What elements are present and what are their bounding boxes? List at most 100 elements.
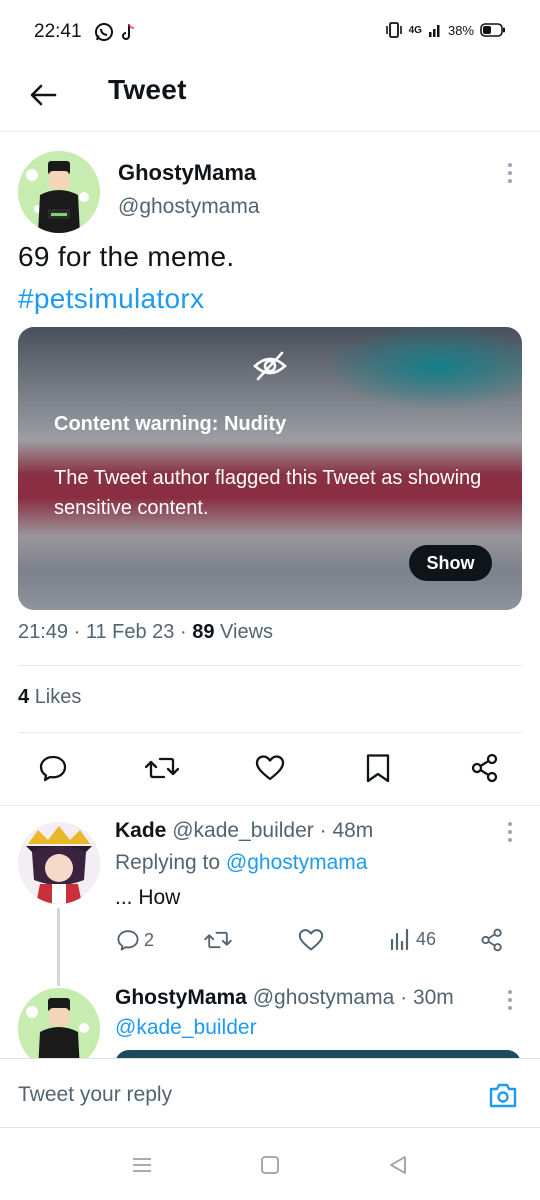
recents-button[interactable] [130,1154,154,1176]
more-dot [508,990,512,994]
meta-separator: · [73,621,86,643]
views-label: Views [220,621,274,643]
likes-count: 4 [18,686,30,708]
whatsapp-icon [95,23,113,41]
status-time: 22:41 [34,21,82,42]
replying-prefix: Replying to [115,851,221,874]
divider [18,732,522,733]
likes-label: Likes [34,686,82,708]
tweet-text: 69 for the meme. [18,241,235,272]
reply-composer: Tweet your reply [0,1058,540,1128]
reply-header: GhostyMama @ghostymama · 30m [115,986,454,1010]
bookmark-icon [366,754,390,783]
more-dot [508,171,512,175]
reply-action-bar: 2 46 [0,928,540,956]
content-warning-title: Content warning: Nudity [54,413,287,435]
reply-more-options-button[interactable] [500,990,520,1014]
replying-to: Replying to @ghostymama [115,851,367,875]
reply-mention-link[interactable]: @kade_builder [115,1016,257,1040]
battery-percent: 38% [447,22,474,38]
reply-views-count: 46 [416,928,437,949]
reply-author-name[interactable]: Kade [115,819,166,842]
back-button[interactable] [26,78,60,112]
reply-icon [117,930,139,951]
reply-like-button[interactable] [298,928,324,952]
reply-count: 2 [144,929,155,950]
retweet-icon [204,931,232,949]
more-dot [508,1006,512,1010]
more-dot [508,830,512,834]
system-back-button[interactable] [386,1154,410,1176]
more-options-button[interactable] [500,163,520,187]
replying-to-link[interactable]: @ghostymama [226,851,368,874]
meta-separator: · [400,986,413,1009]
battery-icon [480,23,505,37]
tweet-action-bar [0,748,540,790]
likes-summary[interactable]: 4 Likes [18,686,81,709]
reply-age: 48m [332,819,374,842]
retweet-button[interactable] [142,748,182,788]
share-button[interactable] [465,748,505,788]
system-navigation-bar [0,1128,540,1200]
reply-author-handle[interactable]: @ghostymama [253,986,395,1009]
reply-button[interactable] [33,748,73,788]
tweet-hashtag-link[interactable]: #petsimulatorx [18,278,204,320]
reply-icon [39,755,67,782]
reply-input[interactable]: Tweet your reply [18,1083,172,1107]
bookmark-button[interactable] [358,748,398,788]
anime-avatar-image [18,822,100,904]
reply-retweet-button[interactable] [204,928,232,952]
vibrate-icon [385,22,402,38]
more-dot [508,838,512,842]
status-bar: 22:41 4G 38% [0,0,540,64]
author-handle[interactable]: @ghostymama [118,195,260,219]
more-dot [508,179,512,183]
author-name[interactable]: GhostyMama [118,160,256,186]
meta-separator: · [319,819,333,842]
reply-author-handle[interactable]: @kade_builder [172,819,314,842]
divider [0,805,540,806]
retweet-icon [145,757,179,779]
more-dot [508,822,512,826]
author-avatar[interactable] [18,151,100,233]
network-type: 4G [408,24,422,36]
heart-icon [255,755,285,781]
triangle-back-icon [390,1156,406,1174]
reply-share-button[interactable] [480,928,504,952]
tweet-time: 21:49 [18,621,69,643]
reply-views-button[interactable]: 46 [390,928,436,950]
eye-off-icon [253,351,287,381]
reply-header: Kade @kade_builder · 48m [115,819,373,843]
reply-author-name[interactable]: GhostyMama [115,986,247,1009]
arrow-left-icon [30,84,57,106]
tiktok-icon [122,23,135,40]
page-title: Tweet [108,74,187,105]
sensitive-media[interactable]: Content warning: Nudity The Tweet author… [18,327,522,610]
like-button[interactable] [250,748,290,788]
more-dot [508,998,512,1002]
meta-separator: · [180,621,193,643]
status-right: 4G 38% [385,22,506,38]
camera-button[interactable] [486,1079,520,1111]
square-icon [261,1156,279,1174]
notification-icons [94,22,138,42]
show-media-button[interactable]: Show [409,545,492,581]
menu-lines-icon [133,1158,151,1172]
top-app-bar: Tweet [0,64,540,132]
reply-text: ... How [115,886,181,909]
reply-reply-button[interactable]: 2 [116,928,154,952]
share-icon [481,928,502,952]
tweet-meta: 21:49 · 11 Feb 23 · 89 Views [18,621,273,644]
views-count: 89 [192,621,215,643]
tweet-date: 11 Feb 23 [85,621,175,643]
bar-chart-icon [390,928,409,950]
reply-more-options-button[interactable] [500,822,520,846]
roblox-avatar-image [18,151,100,233]
home-button[interactable] [258,1154,282,1176]
heart-icon [298,929,324,951]
reply-avatar[interactable] [18,822,100,904]
divider [18,665,522,666]
content-warning-body: The Tweet author flagged this Tweet as s… [54,467,482,519]
signal-icon [428,25,440,37]
camera-icon [489,1083,517,1108]
